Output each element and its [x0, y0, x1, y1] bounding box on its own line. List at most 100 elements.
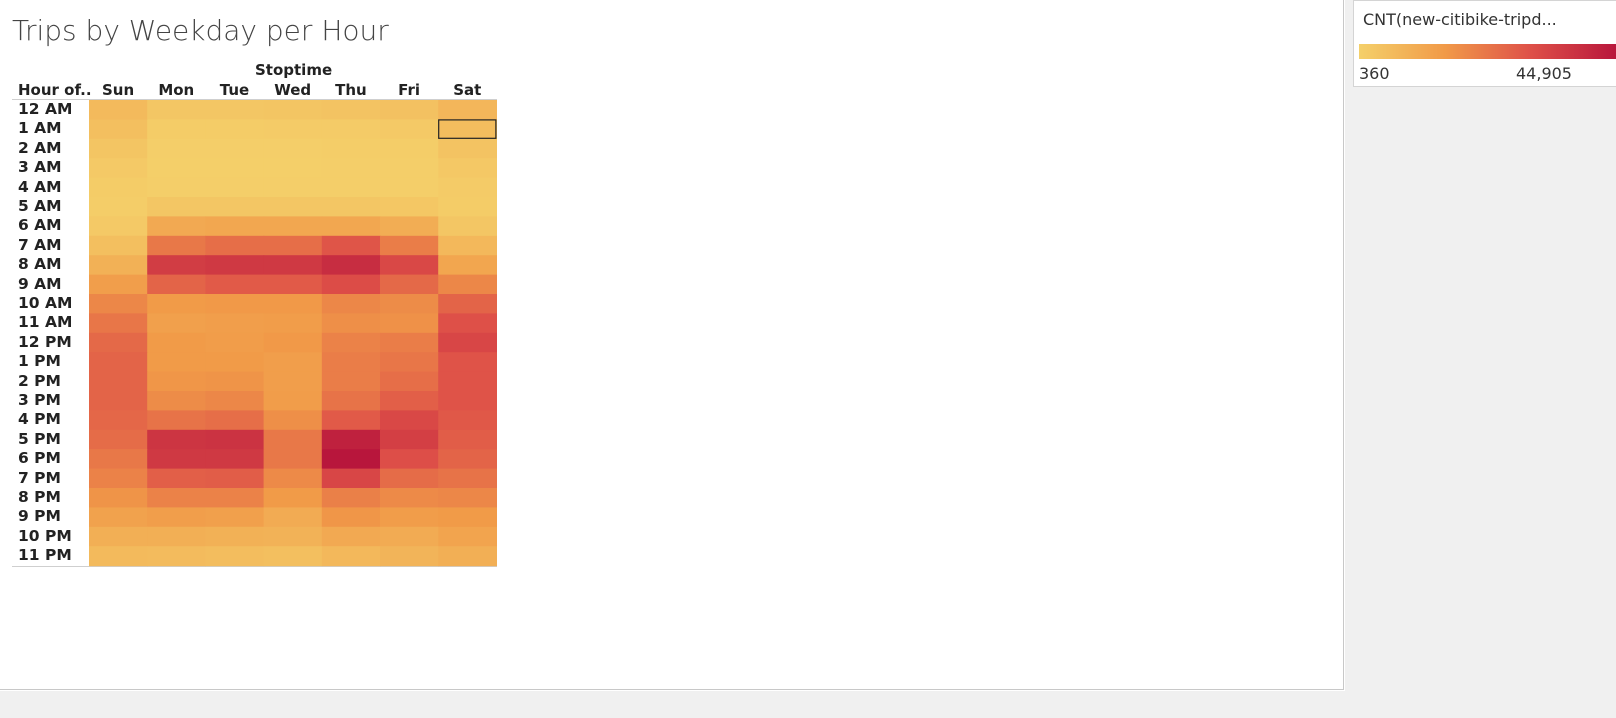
- heatmap-cell[interactable]: [380, 332, 439, 353]
- heatmap-cell[interactable]: [263, 197, 323, 217]
- row-label[interactable]: 7 PM: [18, 469, 61, 488]
- column-header-wed[interactable]: Wed: [264, 81, 322, 99]
- heatmap-cell[interactable]: [205, 391, 265, 411]
- heatmap-cell[interactable]: [263, 429, 323, 450]
- heatmap-cell[interactable]: [263, 138, 323, 159]
- column-header-tue[interactable]: Tue: [205, 81, 263, 99]
- row-label[interactable]: 12 PM: [18, 333, 72, 352]
- heatmap-cell[interactable]: [205, 488, 265, 508]
- heatmap-cell[interactable]: [438, 371, 497, 392]
- heatmap-cell[interactable]: [205, 410, 265, 431]
- heatmap-cell[interactable]: [438, 352, 497, 373]
- heatmap-cell[interactable]: [380, 313, 439, 334]
- heatmap-cell[interactable]: [380, 371, 439, 392]
- heatmap-cell[interactable]: [147, 371, 206, 392]
- heatmap-cell[interactable]: [147, 197, 206, 217]
- heatmap-cell[interactable]: [263, 546, 323, 567]
- heatmap-cell[interactable]: [89, 177, 148, 198]
- heatmap-cell[interactable]: [321, 138, 381, 159]
- heatmap-cell[interactable]: [205, 429, 265, 450]
- heatmap-cell[interactable]: [438, 274, 497, 295]
- heatmap-cell[interactable]: [380, 526, 439, 547]
- heatmap-cell[interactable]: [89, 100, 148, 120]
- row-label[interactable]: 5 PM: [18, 430, 61, 449]
- heatmap-cell[interactable]: [205, 119, 265, 140]
- heatmap-cell[interactable]: [321, 216, 381, 237]
- heatmap-cell[interactable]: [147, 332, 206, 353]
- heatmap-cell[interactable]: [438, 468, 497, 489]
- heatmap-cell[interactable]: [321, 410, 381, 431]
- heatmap-cell[interactable]: [89, 235, 148, 256]
- heatmap-cell[interactable]: [321, 119, 381, 140]
- heatmap-cell[interactable]: [380, 468, 439, 489]
- heatmap-cell[interactable]: [380, 546, 439, 567]
- heatmap-cell[interactable]: [321, 526, 381, 547]
- heatmap-cell[interactable]: [321, 235, 381, 256]
- heatmap-cell[interactable]: [380, 294, 439, 314]
- heatmap-cell[interactable]: [205, 352, 265, 373]
- heatmap-cell[interactable]: [147, 294, 206, 314]
- column-header-mon[interactable]: Mon: [147, 81, 205, 99]
- heatmap-cell[interactable]: [147, 468, 206, 489]
- column-header-sat[interactable]: Sat: [438, 81, 496, 99]
- heatmap-cell[interactable]: [438, 332, 497, 353]
- heatmap-cell[interactable]: [147, 274, 206, 295]
- heatmap-cell[interactable]: [380, 216, 439, 237]
- heatmap-cell[interactable]: [321, 294, 381, 314]
- heatmap-cell[interactable]: [205, 449, 265, 470]
- heatmap-cell[interactable]: [147, 410, 206, 431]
- heatmap-cell[interactable]: [89, 507, 148, 528]
- heatmap-cell[interactable]: [321, 468, 381, 489]
- heatmap-cell[interactable]: [147, 216, 206, 237]
- column-header-fri[interactable]: Fri: [380, 81, 438, 99]
- heatmap-cell[interactable]: [147, 177, 206, 198]
- heatmap-cell[interactable]: [321, 507, 381, 528]
- heatmap-cell[interactable]: [321, 546, 381, 567]
- column-field-header[interactable]: Stoptime: [255, 61, 332, 79]
- heatmap-cell[interactable]: [89, 255, 148, 276]
- heatmap-cell[interactable]: [263, 294, 323, 314]
- heatmap-cell[interactable]: [205, 235, 265, 256]
- heatmap-cell[interactable]: [89, 352, 148, 373]
- heatmap-cell[interactable]: [89, 449, 148, 470]
- heatmap-cell[interactable]: [205, 177, 265, 198]
- heatmap-cell[interactable]: [380, 177, 439, 198]
- heatmap-cell[interactable]: [147, 158, 206, 179]
- heatmap-cell[interactable]: [438, 255, 497, 276]
- column-header-sun[interactable]: Sun: [89, 81, 147, 99]
- heatmap-cell[interactable]: [263, 332, 323, 353]
- heatmap-cell[interactable]: [380, 449, 439, 470]
- heatmap-cell[interactable]: [263, 468, 323, 489]
- heatmap-cell[interactable]: [321, 177, 381, 198]
- row-label[interactable]: 8 AM: [18, 255, 62, 274]
- heatmap-cell[interactable]: [147, 488, 206, 508]
- heatmap-cell[interactable]: [438, 526, 497, 547]
- heatmap-cell[interactable]: [205, 216, 265, 237]
- row-label[interactable]: 1 PM: [18, 352, 61, 371]
- heatmap-cell[interactable]: [263, 119, 323, 140]
- heatmap-cell[interactable]: [147, 313, 206, 334]
- row-label[interactable]: 6 PM: [18, 449, 61, 468]
- heatmap-cell[interactable]: [438, 429, 497, 450]
- heatmap-cell[interactable]: [321, 429, 381, 450]
- heatmap-cell[interactable]: [263, 371, 323, 392]
- heatmap-cell[interactable]: [438, 177, 497, 198]
- heatmap-cell[interactable]: [89, 313, 148, 334]
- row-label[interactable]: 3 PM: [18, 391, 61, 410]
- row-label[interactable]: 3 AM: [18, 158, 62, 177]
- heatmap-cell[interactable]: [380, 274, 439, 295]
- heatmap-grid[interactable]: [89, 100, 497, 567]
- heatmap-cell[interactable]: [147, 391, 206, 411]
- heatmap-cell[interactable]: [147, 526, 206, 547]
- heatmap-cell[interactable]: [438, 449, 497, 470]
- heatmap-cell[interactable]: [205, 138, 265, 159]
- heatmap-cell[interactable]: [321, 449, 381, 470]
- heatmap-cell[interactable]: [263, 255, 323, 276]
- heatmap-cell[interactable]: [89, 546, 148, 567]
- heatmap-cell[interactable]: [263, 526, 323, 547]
- row-label[interactable]: 9 AM: [18, 275, 62, 294]
- heatmap-cell[interactable]: [321, 274, 381, 295]
- heatmap-cell[interactable]: [89, 468, 148, 489]
- heatmap-cell[interactable]: [263, 449, 323, 470]
- heatmap-cell[interactable]: [205, 507, 265, 528]
